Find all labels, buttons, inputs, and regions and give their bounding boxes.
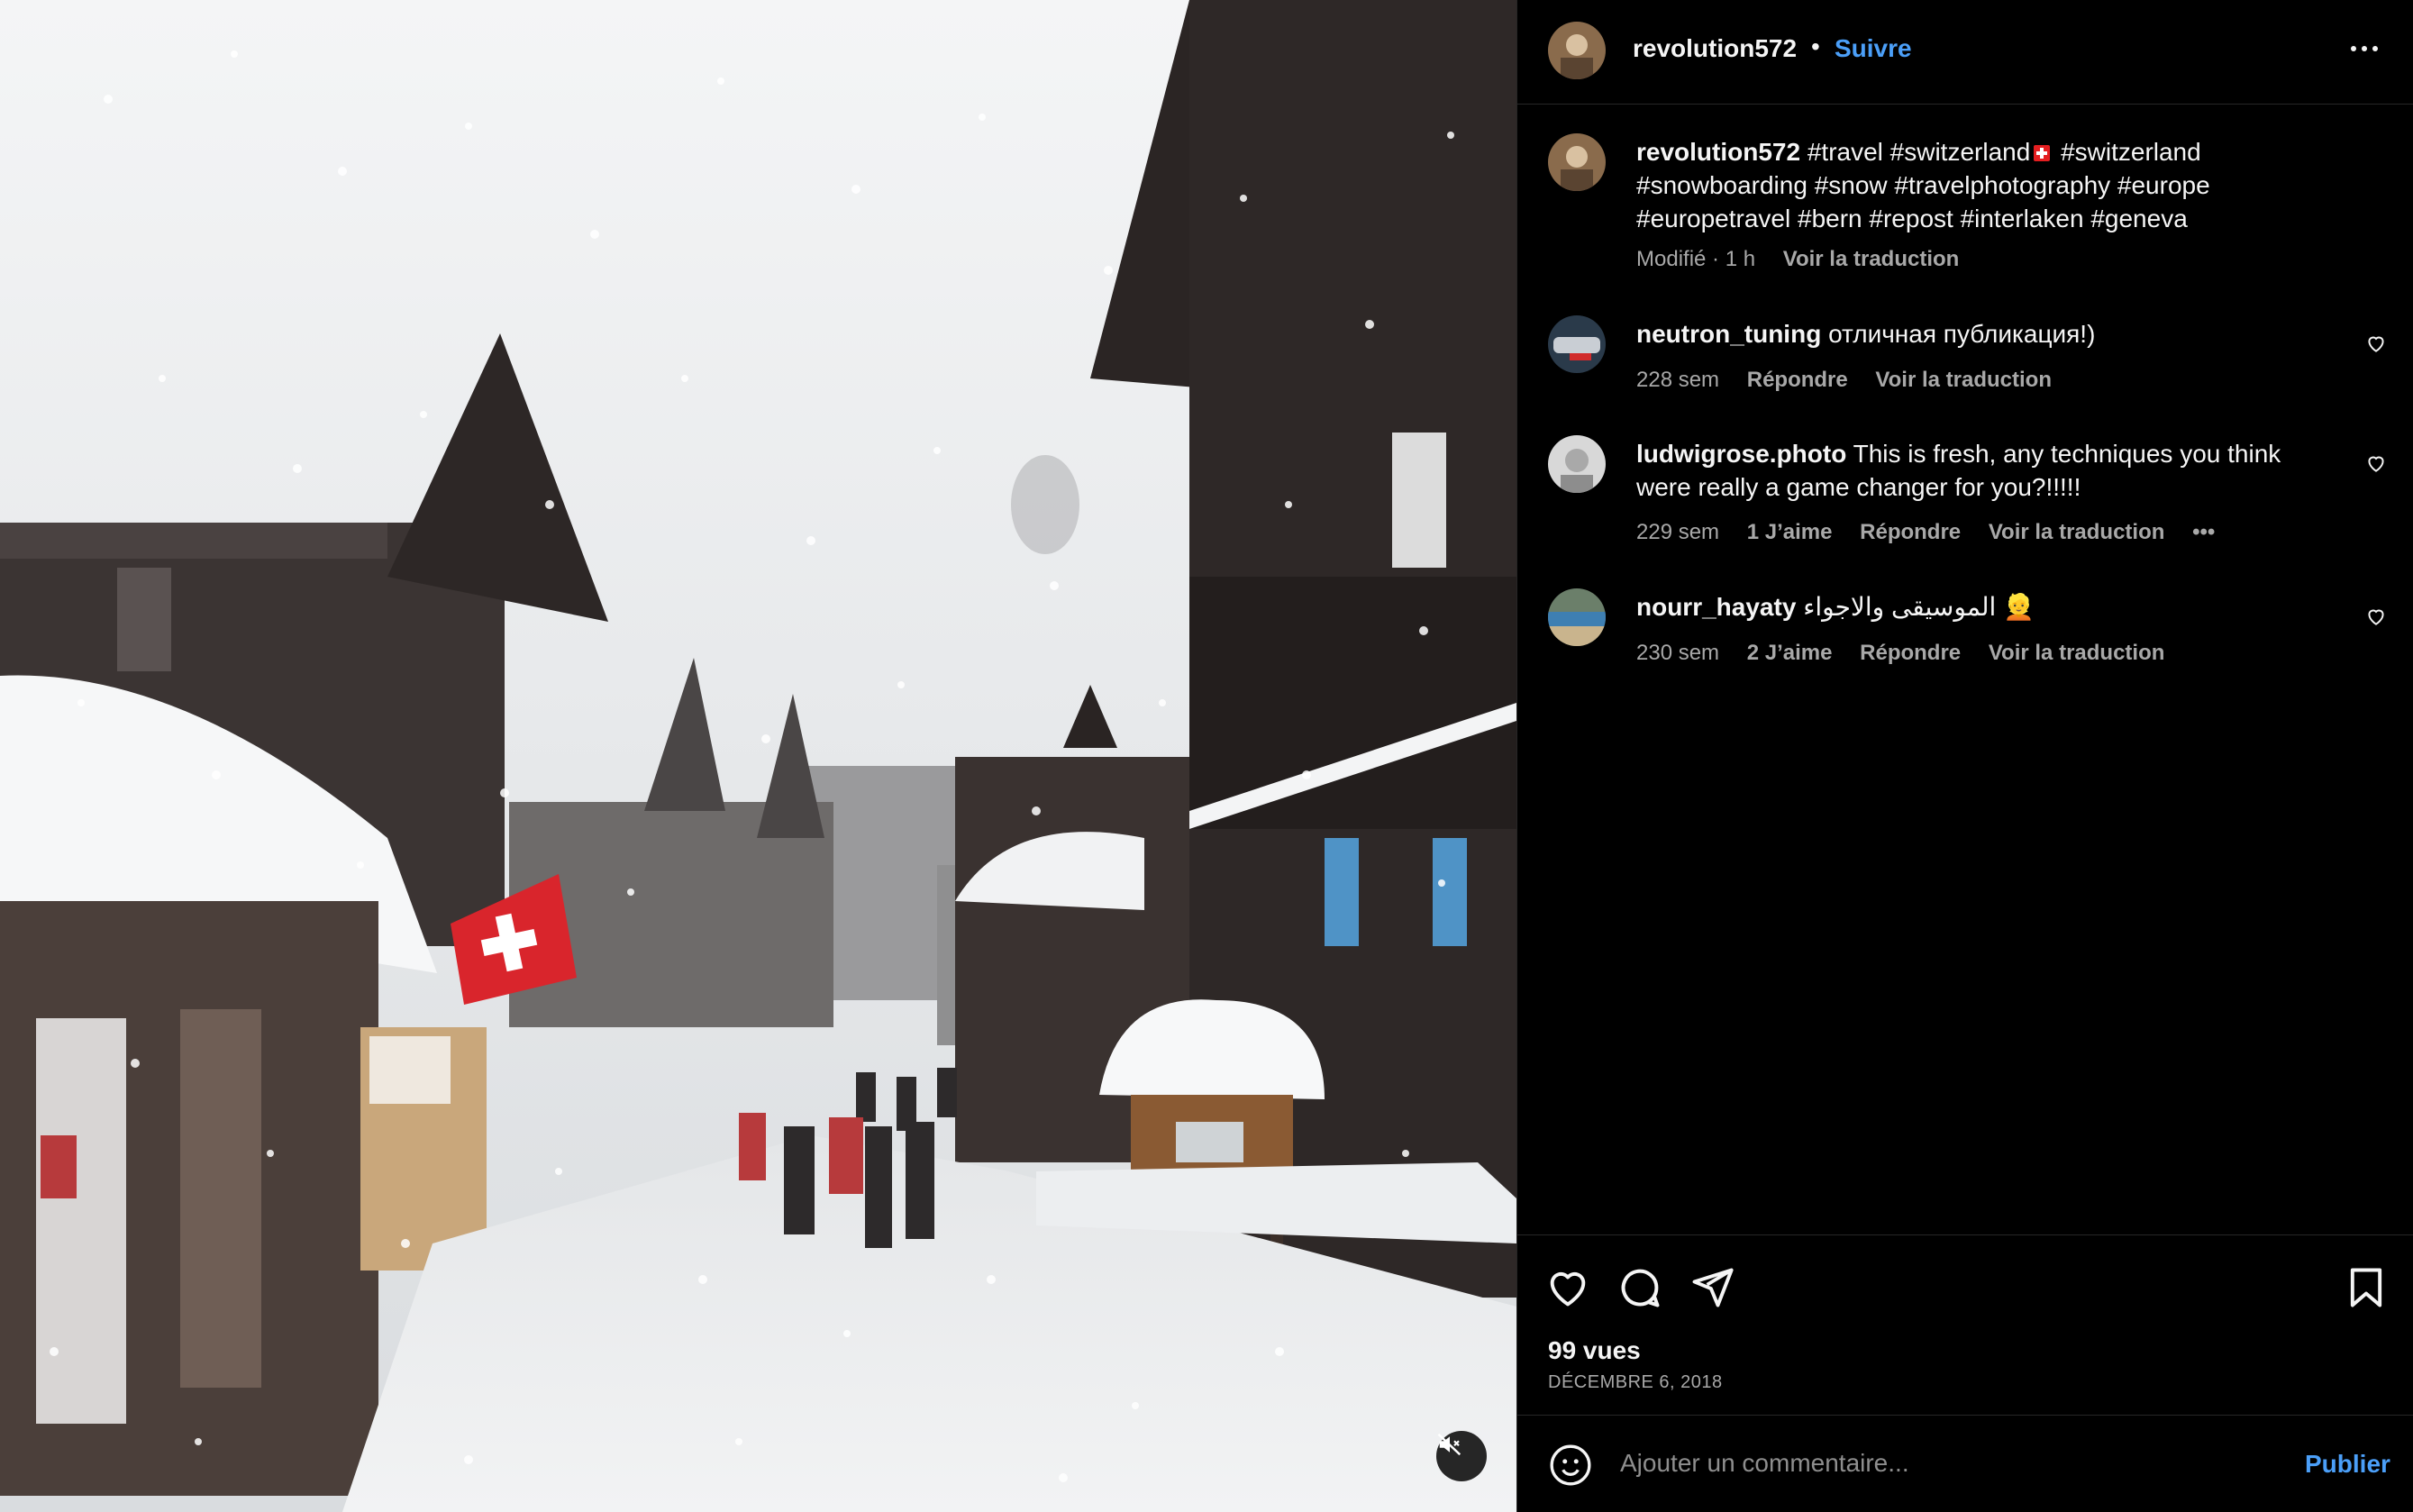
reply-button[interactable]: Répondre	[1747, 368, 1848, 392]
reply-button[interactable]: Répondre	[1860, 520, 1961, 544]
translate-link[interactable]: Voir la traduction	[1875, 368, 2052, 392]
snowy-village-scene	[0, 0, 1516, 1512]
comment-likes[interactable]: 1 J’aime	[1747, 520, 1833, 544]
save-bookmark-icon[interactable]	[2343, 1264, 2390, 1311]
author-avatar[interactable]	[1548, 22, 1606, 79]
reply-button[interactable]: Répondre	[1860, 641, 1961, 665]
comment-age: 230 sem	[1636, 641, 1720, 665]
comment-options-button[interactable]: •••	[2192, 520, 2215, 544]
commenter-avatar[interactable]	[1548, 588, 1606, 646]
post-video[interactable]	[0, 0, 1516, 1512]
post-viewer: revolution572 • Suivre revolution572 #tr…	[0, 0, 2413, 1512]
caption-author-avatar[interactable]	[1548, 133, 1606, 191]
comment-age: 229 sem	[1636, 520, 1720, 544]
comment-text: neutron_tuning отличная публикация!)	[1636, 317, 2339, 351]
comment-body: الموسيقى والاجواء 👱	[1803, 593, 2035, 621]
commenter-username[interactable]: ludwigrose.photo	[1636, 440, 1846, 468]
view-count[interactable]: 99 vues	[1548, 1336, 1641, 1365]
post-date[interactable]: DÉCEMBRE 6, 2018	[1548, 1372, 1723, 1393]
comments-list: revolution572 #travel #switzerland #swit…	[1517, 105, 2413, 1234]
speaker-muted-icon	[1437, 1433, 1461, 1456]
comment-text: nourr_hayaty الموسيقى والاجواء 👱	[1636, 590, 2339, 624]
post-header: revolution572 • Suivre	[1517, 0, 2413, 105]
author-username[interactable]: revolution572	[1633, 34, 1797, 63]
caption-username[interactable]: revolution572	[1636, 138, 1800, 166]
comment-body: отличная публикация!)	[1828, 320, 2096, 348]
follow-button[interactable]: Suivre	[1835, 34, 1912, 63]
commenter-avatar[interactable]	[1548, 435, 1606, 493]
separator-dot: •	[1811, 32, 1820, 60]
comment-age: 228 sem	[1636, 368, 1720, 392]
caption-translate-link[interactable]: Voir la traduction	[1783, 247, 1960, 271]
more-options-icon[interactable]	[2345, 31, 2384, 67]
comment-meta: 229 sem 1 J’aime Répondre Voir la traduc…	[1636, 520, 2236, 545]
commenter-username[interactable]: nourr_hayaty	[1636, 593, 1796, 621]
like-comment-heart-icon[interactable]	[2364, 605, 2388, 628]
comment-composer: Publier	[1517, 1415, 2413, 1512]
translate-link[interactable]: Voir la traduction	[1989, 520, 2165, 544]
commenter-username[interactable]: neutron_tuning	[1636, 320, 1821, 348]
caption-hashtags-part1[interactable]: #travel #switzerland	[1807, 138, 2030, 166]
comment-input[interactable]	[1620, 1441, 2251, 1486]
caption-meta: Modifié · 1 h Voir la traduction	[1636, 247, 1980, 272]
post-side-panel: revolution572 • Suivre revolution572 #tr…	[1516, 0, 2413, 1512]
translate-link[interactable]: Voir la traduction	[1989, 641, 2165, 665]
comment-bubble-icon[interactable]	[1616, 1264, 1663, 1311]
comment-meta: 230 sem 2 J’aime Répondre Voir la traduc…	[1636, 641, 2186, 666]
mute-toggle-button[interactable]	[1436, 1431, 1487, 1481]
comment-likes[interactable]: 2 J’aime	[1747, 641, 1833, 665]
post-actions: 99 vues DÉCEMBRE 6, 2018	[1517, 1234, 2413, 1415]
publish-button[interactable]: Publier	[2305, 1450, 2390, 1479]
commenter-avatar[interactable]	[1548, 315, 1606, 373]
comment-meta: 228 sem Répondre Voir la traduction	[1636, 368, 2073, 393]
share-send-icon[interactable]	[1689, 1264, 1735, 1311]
caption-text: revolution572 #travel #switzerland #swit…	[1636, 135, 2339, 235]
comment-text: ludwigrose.photo This is fresh, any tech…	[1636, 437, 2339, 504]
like-comment-heart-icon[interactable]	[2364, 451, 2388, 475]
emoji-smiley-icon[interactable]	[1548, 1443, 1593, 1488]
caption-edited-time: Modifié · 1 h	[1636, 247, 1756, 271]
like-comment-heart-icon[interactable]	[2364, 332, 2388, 355]
swiss-flag-emoji-icon	[2034, 145, 2051, 161]
like-heart-icon[interactable]	[1544, 1264, 1591, 1311]
